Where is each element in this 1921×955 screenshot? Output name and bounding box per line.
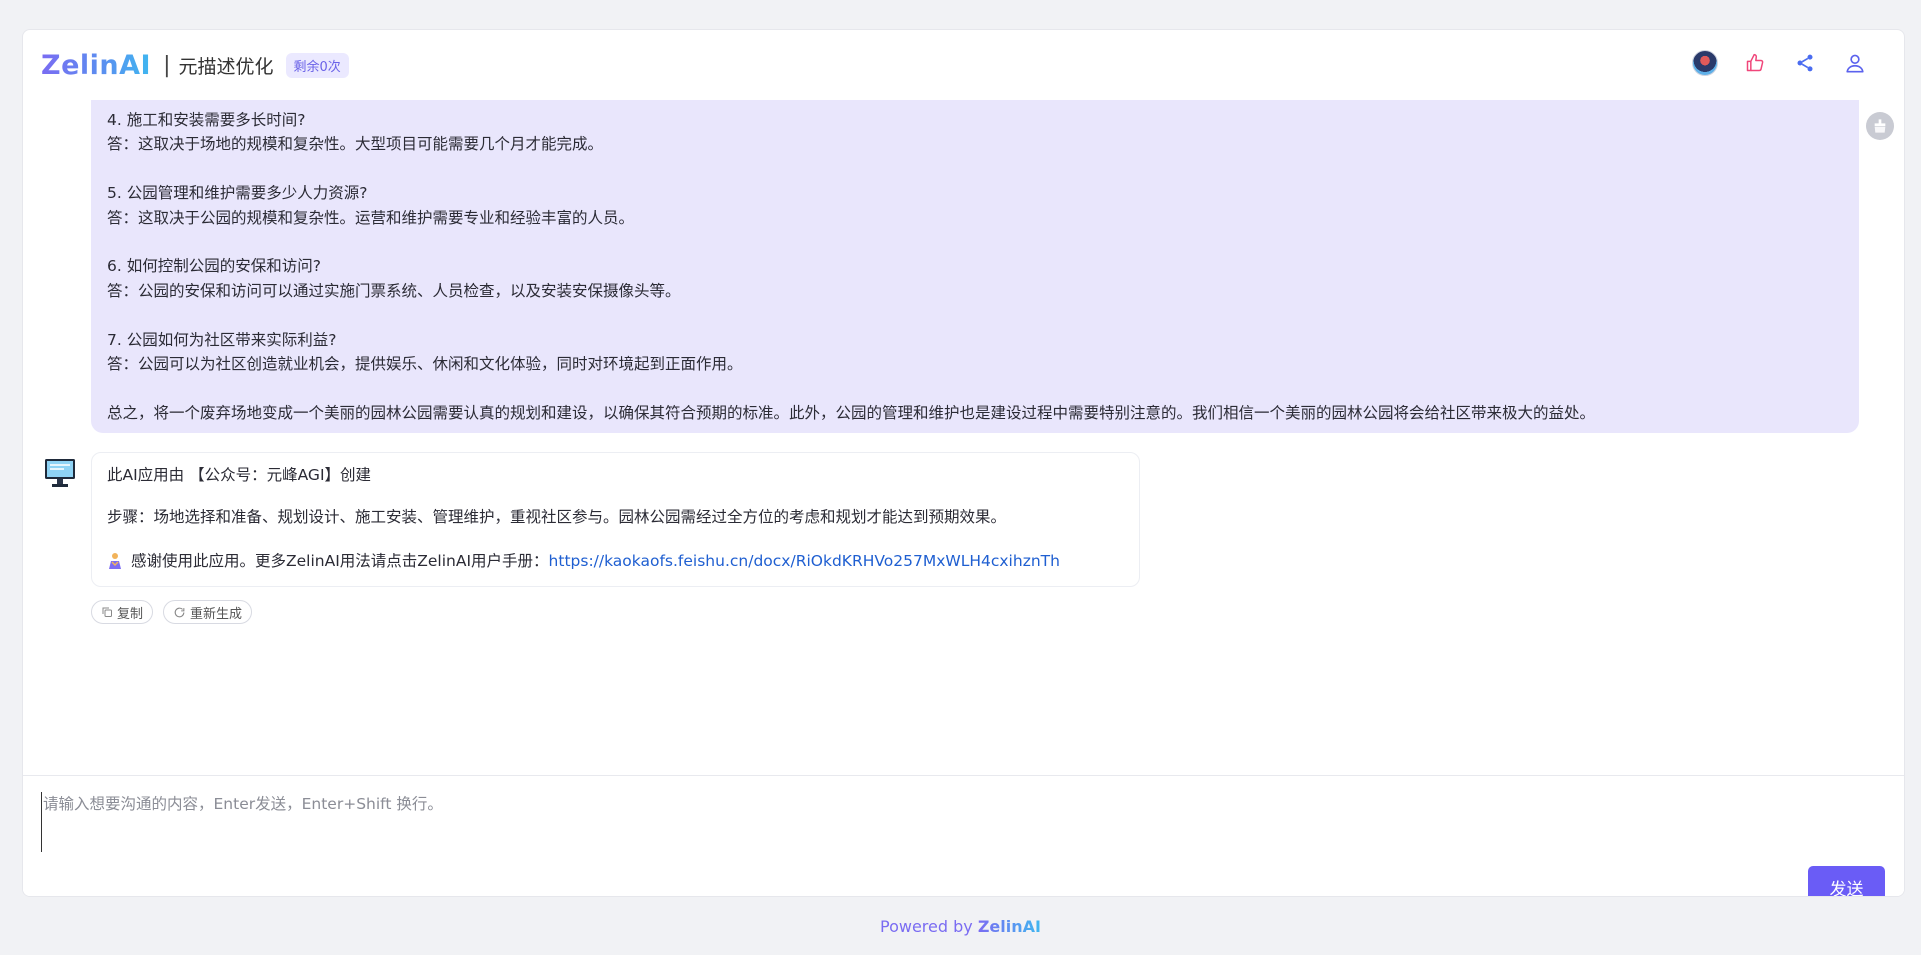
powered-by-footer: Powered by ZelinAI [0, 917, 1921, 936]
refresh-icon [174, 607, 185, 617]
message-input[interactable] [41, 792, 1801, 852]
regenerate-button[interactable]: 重新生成 [163, 600, 253, 624]
regenerate-label: 重新生成 [190, 606, 243, 622]
app-title: 元描述优化 [178, 55, 274, 78]
send-button[interactable]: 发送 [1808, 866, 1885, 896]
computer-bot-icon [45, 459, 75, 487]
copy-icon [102, 607, 112, 617]
user-button[interactable] [1842, 50, 1868, 76]
title-separator: | [163, 52, 171, 78]
user-icon [1846, 54, 1864, 73]
app-window: ZelinAI | 元描述优化 剩余0次 4. 施工和安装需要多长时间? 答：这… [22, 29, 1905, 897]
steps-text: 步骤：场地选择和准备、规划设计、施工安装、管理维护，重视社区参与。园林公园需经过… [107, 508, 1007, 526]
share-icon [1797, 54, 1813, 72]
share-button[interactable] [1792, 50, 1818, 76]
footer-brand[interactable]: ZelinAI [978, 917, 1041, 936]
like-button[interactable] [1742, 50, 1768, 76]
previous-answer-bubble: 4. 施工和安装需要多长时间? 答：这取决于场地的规模和复杂性。大型项目可能需要… [91, 100, 1859, 433]
manual-link[interactable]: https://kaokaofs.feishu.cn/docx/RiOkdKRH… [549, 549, 1060, 573]
thanks-text: 感谢使用此应用。更多ZelinAI用法请点击ZelinAI用户手册： [131, 552, 549, 570]
header-actions [1692, 50, 1868, 76]
copy-label: 复制 [117, 606, 144, 622]
avatar-button[interactable] [1692, 50, 1718, 76]
answer-summary: 总之，将一个废弃场地变成一个美丽的园林公园需要认真的规划和建设，以确保其符合预期… [107, 403, 1596, 422]
clear-chat-button[interactable] [1866, 112, 1894, 140]
answer-line: 答：公园的安保和访问可以通过实施门票系统、人员检查，以及安装安保摄像头等。 [107, 281, 681, 300]
avatar-icon [1692, 50, 1718, 76]
input-area: 发送 [23, 775, 1904, 896]
chat-area[interactable]: 4. 施工和安装需要多长时间? 答：这取决于场地的规模和复杂性。大型项目可能需要… [23, 100, 1904, 775]
answer-line: 答：这取决于场地的规模和复杂性。大型项目可能需要几个月才能完成。 [107, 135, 604, 154]
powered-by-text: Powered by [880, 917, 978, 936]
zelinai-logo[interactable]: ZelinAI [41, 50, 151, 81]
answer-line: 7. 公园如何为社区带来实际利益? [107, 330, 337, 349]
message-actions: 复制 重新生成 [91, 600, 253, 624]
answer-line: 5. 公园管理和维护需要多少人力资源? [107, 184, 368, 203]
answer-line: 4. 施工和安装需要多长时间? [107, 111, 306, 129]
thanks-line: 感谢使用此应用。更多ZelinAI用法请点击ZelinAI用户手册： https… [107, 549, 1124, 573]
copy-button[interactable]: 复制 [91, 600, 154, 624]
app-header: ZelinAI | 元描述优化 剩余0次 [23, 30, 1904, 100]
clear-icon [1874, 119, 1886, 133]
latest-answer-bubble: 此AI应用由 【公众号：元峰AGI】创建 步骤：场地选择和准备、规划设计、施工安… [91, 452, 1140, 587]
answer-line: 答：公园可以为社区创造就业机会，提供娱乐、休闲和文化体验，同时对环境起到正面作用… [107, 355, 743, 374]
answer-line: 答：这取决于公园的规模和复杂性。运营和维护需要专业和经验丰富的人员。 [107, 208, 635, 227]
created-by-text: 此AI应用由 【公众号：元峰AGI】创建 [107, 466, 372, 484]
thumbs-up-icon [1746, 53, 1764, 72]
person-thanks-icon [109, 553, 121, 569]
answer-line: 6. 如何控制公园的安保和访问? [107, 257, 321, 276]
quota-badge: 剩余0次 [285, 52, 349, 78]
